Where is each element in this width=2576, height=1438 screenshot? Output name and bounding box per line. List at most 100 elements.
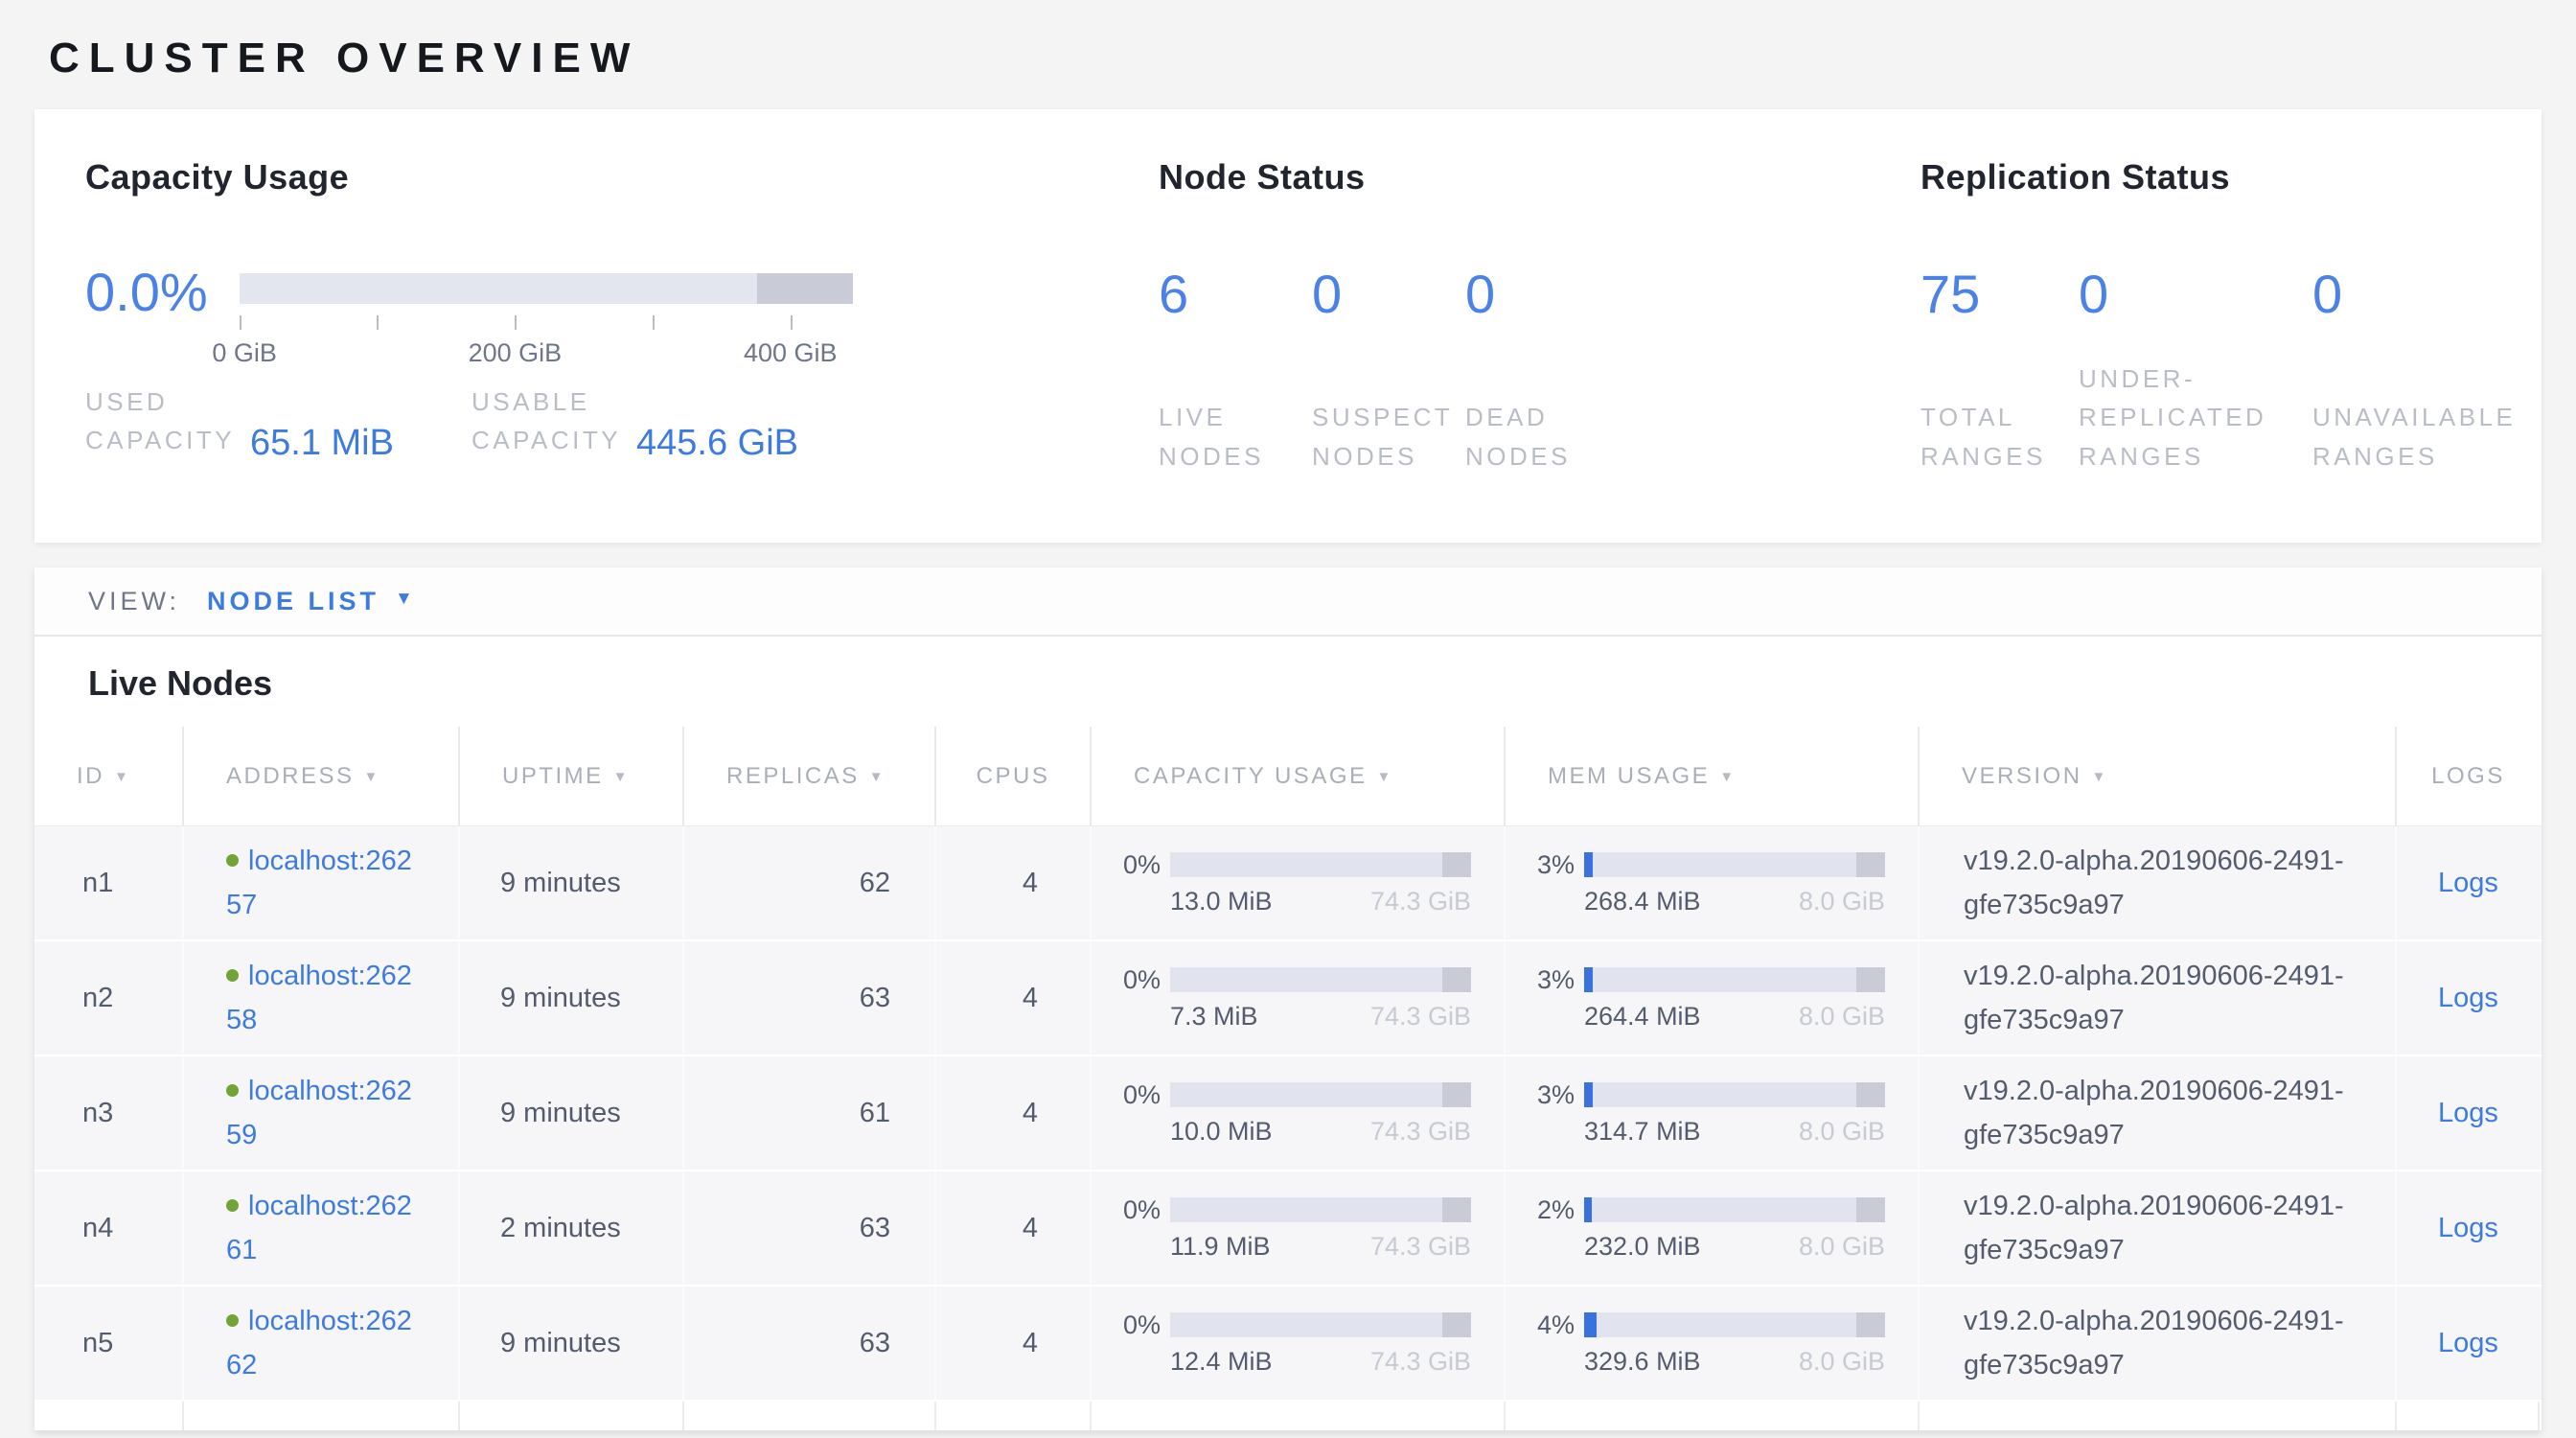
capacity-bar-endcap bbox=[757, 273, 853, 304]
logs-link[interactable]: Logs bbox=[2438, 1098, 2498, 1129]
node-uptime: 9 minutes bbox=[500, 1328, 621, 1359]
node-list-card: VIEW: NODE LIST ▼ Live Nodes ID▼ ADDRESS… bbox=[34, 568, 2542, 1430]
node-status-title: Node Status bbox=[1159, 157, 1920, 197]
suspect-nodes-stat: 0 SUSPECT NODES bbox=[1312, 267, 1465, 475]
capacity-usage-title: Capacity Usage bbox=[85, 157, 1159, 197]
table-row: n1 localhost:26257 9 minutes 62 4 0% 13.… bbox=[34, 826, 2542, 941]
bar-endcap bbox=[1856, 967, 1885, 992]
capacity-usage-bar bbox=[1170, 967, 1471, 992]
node-id: n5 bbox=[82, 1328, 113, 1359]
usable-capacity-stat: USABLE CAPACITY 445.6 GiB bbox=[472, 383, 798, 460]
table-header-row: ID▼ ADDRESS▼ UPTIME▼ REPLICAS▼ CPUS CAPA… bbox=[34, 727, 2542, 826]
usable-capacity-label: USABLE CAPACITY bbox=[472, 383, 636, 460]
mem-usage-bar bbox=[1584, 1312, 1885, 1337]
node-version: v19.2.0-alpha.20190606-2491-gfe735c9a97 bbox=[1964, 1069, 2376, 1158]
bar-endcap bbox=[1442, 1197, 1471, 1222]
mem-usage-cell: 3% 268.4 MiB 8.0 GiB bbox=[1519, 850, 1885, 916]
under-replicated-ranges-stat: 0 UNDER-REPLICATED RANGES bbox=[2079, 267, 2312, 475]
node-status-panel: Node Status 6 LIVE NODES 0 SUSPECT NODES… bbox=[1159, 157, 1920, 543]
unavailable-ranges-label: UNAVAILABLE RANGES bbox=[2312, 398, 2541, 475]
column-header-cpus: CPUS bbox=[936, 727, 1092, 825]
mem-usage-bar bbox=[1584, 852, 1885, 877]
axis-tick-label: 400 GiB bbox=[744, 338, 838, 368]
node-cpus: 4 bbox=[1023, 1328, 1038, 1359]
logs-link[interactable]: Logs bbox=[2438, 1328, 2498, 1359]
replication-status-panel: Replication Status 75 TOTAL RANGES 0 UND… bbox=[1920, 157, 2542, 543]
mem-usage-cell: 3% 264.4 MiB 8.0 GiB bbox=[1519, 965, 1885, 1032]
capacity-usage-bar bbox=[1170, 1082, 1471, 1107]
total-ranges-stat: 75 TOTAL RANGES bbox=[1920, 267, 2079, 475]
bar-endcap bbox=[1442, 1312, 1471, 1337]
node-address-link[interactable]: localhost:26257 bbox=[226, 839, 418, 928]
mem-usage-bar bbox=[1584, 967, 1885, 992]
live-status-dot-icon bbox=[226, 1314, 239, 1327]
usable-capacity-value: 445.6 GiB bbox=[636, 423, 798, 464]
node-address-link[interactable]: localhost:26261 bbox=[226, 1184, 418, 1273]
sort-arrow-icon: ▼ bbox=[1719, 769, 1736, 785]
replication-status-title: Replication Status bbox=[1920, 157, 2542, 197]
axis-tick bbox=[653, 315, 655, 330]
unavailable-ranges-count: 0 bbox=[2312, 267, 2541, 323]
total-ranges-count: 75 bbox=[1920, 267, 2079, 323]
column-header-capacity-usage[interactable]: CAPACITY USAGE▼ bbox=[1092, 727, 1506, 825]
view-label: VIEW: bbox=[88, 587, 180, 616]
node-replicas: 62 bbox=[860, 868, 890, 899]
dead-nodes-label: DEAD NODES bbox=[1465, 398, 1619, 475]
unavailable-ranges-stat: 0 UNAVAILABLE RANGES bbox=[2312, 267, 2541, 475]
capacity-usage-cell: 0% 11.9 MiB 74.3 GiB bbox=[1105, 1195, 1471, 1262]
table-row: n5 localhost:26262 9 minutes 63 4 0% 12.… bbox=[34, 1287, 2542, 1402]
column-header-uptime[interactable]: UPTIME▼ bbox=[460, 727, 684, 825]
bar-endcap bbox=[1442, 852, 1471, 877]
node-address-link[interactable]: localhost:26259 bbox=[226, 1069, 418, 1158]
column-header-mem-usage[interactable]: MEM USAGE▼ bbox=[1506, 727, 1920, 825]
column-header-address[interactable]: ADDRESS▼ bbox=[184, 727, 460, 825]
axis-tick bbox=[377, 315, 379, 330]
logs-link[interactable]: Logs bbox=[2438, 1213, 2498, 1244]
live-status-dot-icon bbox=[226, 969, 239, 982]
table-row-partial bbox=[34, 1402, 2542, 1430]
used-capacity-value: 65.1 MiB bbox=[250, 423, 394, 464]
table-row: n2 localhost:26258 9 minutes 63 4 0% 7.3… bbox=[34, 941, 2542, 1056]
axis-tick-label: 200 GiB bbox=[469, 338, 563, 368]
logs-link[interactable]: Logs bbox=[2438, 868, 2498, 899]
capacity-usage-cell: 0% 13.0 MiB 74.3 GiB bbox=[1105, 850, 1471, 916]
live-nodes-label: LIVE NODES bbox=[1159, 398, 1312, 475]
view-selector-dropdown[interactable]: NODE LIST bbox=[207, 587, 380, 616]
node-version: v19.2.0-alpha.20190606-2491-gfe735c9a97 bbox=[1964, 1299, 2376, 1388]
chevron-down-icon[interactable]: ▼ bbox=[395, 589, 413, 610]
mem-usage-cell: 4% 329.6 MiB 8.0 GiB bbox=[1519, 1310, 1885, 1377]
axis-tick bbox=[515, 315, 517, 330]
used-capacity-stat: USED CAPACITY 65.1 MiB bbox=[85, 383, 472, 460]
bar-endcap bbox=[1856, 1197, 1885, 1222]
bar-endcap bbox=[1856, 1082, 1885, 1107]
axis-tick bbox=[240, 315, 242, 330]
capacity-usage-cell: 0% 12.4 MiB 74.3 GiB bbox=[1105, 1310, 1471, 1377]
logs-link[interactable]: Logs bbox=[2438, 983, 2498, 1014]
node-id: n1 bbox=[82, 868, 113, 899]
live-status-dot-icon bbox=[226, 1084, 239, 1097]
node-address-link[interactable]: localhost:26262 bbox=[226, 1299, 418, 1388]
column-header-id[interactable]: ID▼ bbox=[34, 727, 184, 825]
bar-endcap bbox=[1856, 1312, 1885, 1337]
column-header-replicas[interactable]: REPLICAS▼ bbox=[684, 727, 936, 825]
column-header-version[interactable]: VERSION▼ bbox=[1920, 727, 2397, 825]
node-version: v19.2.0-alpha.20190606-2491-gfe735c9a97 bbox=[1964, 954, 2376, 1043]
cluster-overview-page: CLUSTER OVERVIEW Capacity Usage 0.0% 0 G… bbox=[0, 0, 2576, 1430]
summary-card: Capacity Usage 0.0% 0 GiB 200 GiB 400 Gi… bbox=[34, 109, 2542, 543]
capacity-gauge: 0 GiB 200 GiB 400 GiB bbox=[240, 273, 853, 321]
under-replicated-ranges-label: UNDER-REPLICATED RANGES bbox=[2079, 360, 2312, 475]
live-nodes-title: Live Nodes bbox=[34, 637, 2542, 727]
sort-arrow-icon: ▼ bbox=[364, 769, 380, 785]
page-title: CLUSTER OVERVIEW bbox=[49, 35, 2542, 82]
sort-arrow-icon: ▼ bbox=[114, 769, 130, 785]
mem-usage-bar bbox=[1584, 1197, 1885, 1222]
node-replicas: 61 bbox=[860, 1098, 890, 1129]
live-status-dot-icon bbox=[226, 854, 239, 867]
bar-endcap bbox=[1442, 1082, 1471, 1107]
mem-usage-bar bbox=[1584, 1082, 1885, 1107]
live-nodes-stat: 6 LIVE NODES bbox=[1159, 267, 1312, 475]
node-address-link[interactable]: localhost:26258 bbox=[226, 954, 418, 1043]
node-cpus: 4 bbox=[1023, 1213, 1038, 1244]
node-version: v19.2.0-alpha.20190606-2491-gfe735c9a97 bbox=[1964, 839, 2376, 928]
suspect-nodes-label: SUSPECT NODES bbox=[1312, 398, 1465, 475]
